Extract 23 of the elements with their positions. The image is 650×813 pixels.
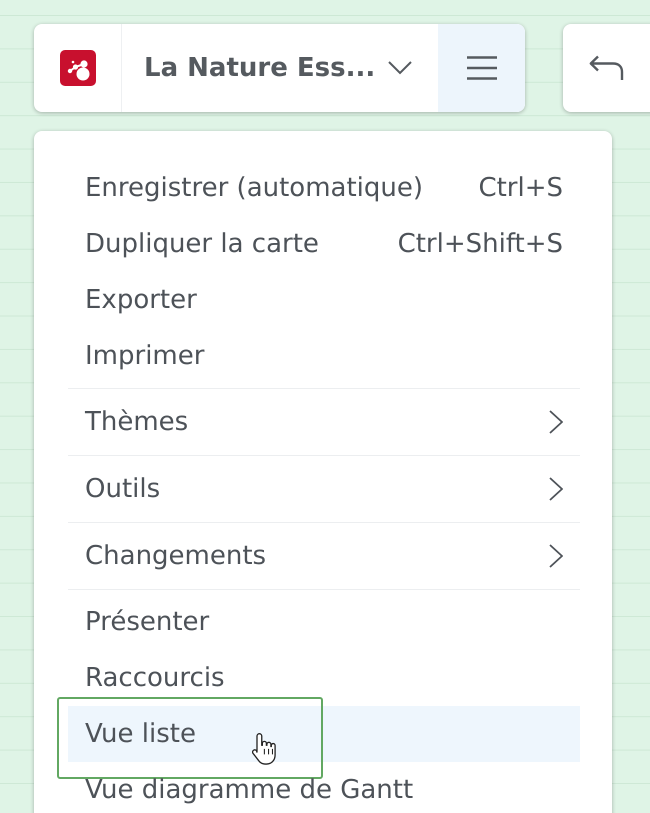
menu-item[interactable]: Dupliquer la carte Ctrl+Shift+S bbox=[68, 216, 580, 272]
menu-item[interactable]: Outils bbox=[68, 460, 580, 518]
menu-item[interactable]: Vue liste bbox=[68, 706, 580, 762]
menu-icon bbox=[466, 56, 496, 80]
chevron-right-icon bbox=[549, 477, 563, 501]
chevron-down-icon bbox=[388, 61, 412, 75]
menu-item[interactable]: Vue diagramme de Gantt bbox=[68, 762, 580, 813]
shortcut-label: Ctrl+Shift+S bbox=[398, 229, 563, 259]
hand-cursor-icon bbox=[252, 733, 277, 765]
menu-item[interactable]: Présenter bbox=[68, 594, 580, 650]
menu-button[interactable] bbox=[438, 24, 525, 112]
menu-item[interactable]: Enregistrer (automatique) Ctrl+S bbox=[68, 160, 580, 216]
menu-item[interactable]: Imprimer bbox=[68, 328, 580, 384]
menu-item[interactable]: Raccourcis bbox=[68, 650, 580, 706]
menu-item[interactable]: Changements bbox=[68, 527, 580, 585]
app-logo-icon bbox=[60, 50, 96, 86]
curved-arrow-icon bbox=[589, 55, 624, 81]
menu-item[interactable]: Thèmes bbox=[68, 393, 580, 451]
map-title-dropdown[interactable]: La Nature Ess... bbox=[122, 24, 438, 112]
chevron-right-icon bbox=[549, 544, 563, 568]
shortcut-label: Ctrl+S bbox=[478, 173, 563, 203]
menu-item[interactable]: Exporter bbox=[68, 272, 580, 328]
chevron-right-icon bbox=[549, 410, 563, 434]
